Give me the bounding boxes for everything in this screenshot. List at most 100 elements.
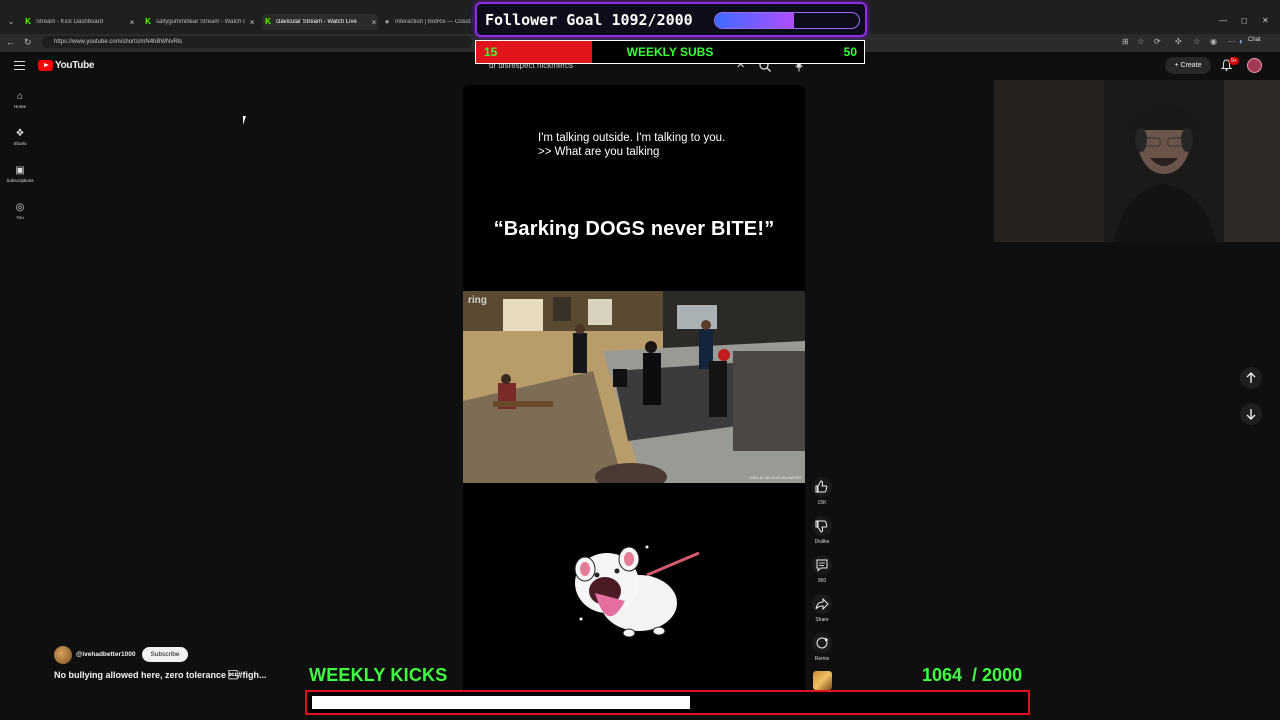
tab-title: Stream - Kick Dashboard (36, 19, 104, 25)
video-caption: I'm talking outside. I'm talking to you.… (538, 131, 778, 159)
account-avatar[interactable] (1247, 58, 1262, 73)
remix-label: Remix (814, 656, 830, 662)
create-button[interactable]: + Create (1165, 57, 1211, 74)
subscriptions-icon: ▣ (15, 165, 25, 176)
sound-thumbnail[interactable] (813, 671, 832, 690)
restaurant-scene-illustration (463, 291, 805, 483)
extensions-icon[interactable]: ✣ (1175, 37, 1182, 46)
browser-tab[interactable]: K saltygummibear Stream - Watch Li × (144, 14, 256, 30)
screen: ⌄ K Stream - Kick Dashboard × K saltygum… (0, 0, 1280, 720)
profile-icon[interactable]: ◉ (1210, 37, 1217, 46)
kick-logo-icon: K (145, 17, 151, 26)
notification-badge: 9+ (1229, 57, 1239, 65)
apps-icon[interactable]: ⊞ (1122, 37, 1129, 46)
short-title[interactable]: No bullying allowed here, zero tolerance… (54, 670, 284, 680)
short-video-player[interactable]: I'm talking outside. I'm talking to you.… (463, 85, 805, 710)
dislike-button[interactable]: Dislike (810, 516, 834, 545)
comment-icon (816, 559, 828, 572)
follower-goal-label: Follower Goal (485, 11, 603, 29)
weekly-subs-goal: 50 (843, 45, 857, 59)
arrow-up-icon (1246, 372, 1256, 383)
arrow-down-icon (1246, 409, 1256, 420)
ring-camera-logo: ring (468, 295, 487, 306)
restore-icon[interactable]: ◻ (1241, 16, 1248, 25)
weekly-kicks-progress-fill (312, 696, 690, 709)
refresh-extension-icon[interactable]: ⟳ (1154, 37, 1161, 46)
remix-button[interactable]: Remix (810, 633, 834, 662)
sidebar-item-label: Shorts (13, 141, 27, 146)
thumbs-up-icon (815, 480, 828, 493)
barking-dog-sticker (574, 545, 700, 638)
address-bar[interactable]: https://www.youtube.com/shorts/mN4hBWNvR… (42, 36, 472, 48)
weekly-kicks-label: WEEKLY KICKS (309, 665, 448, 685)
caption-line: >> What are you talking (538, 146, 660, 158)
close-window-icon[interactable]: ✕ (1262, 16, 1269, 25)
sidebar-item-you[interactable]: ◎ You (2, 202, 38, 220)
next-short-button[interactable] (1240, 403, 1262, 425)
reload-icon[interactable]: ↻ (24, 37, 32, 48)
weekly-subs-current: 15 (484, 45, 498, 59)
follower-goal-progress-bar (714, 12, 860, 29)
follower-goal-progress-fill (715, 13, 794, 28)
weekly-kicks-progress-bar (305, 690, 1030, 715)
streamer-webcam (994, 80, 1280, 242)
comments-button[interactable]: 950 (810, 555, 834, 584)
sidebar-item-label: Subscriptions (6, 178, 34, 183)
tab-title: Interaction | BotRix — Cloud S (395, 19, 473, 25)
youtube-logo-text: YouTube (55, 60, 95, 71)
browser-tab[interactable]: ● Interaction | BotRix — Cloud S (383, 14, 473, 30)
close-tab-icon[interactable]: × (128, 18, 136, 27)
mouse-cursor (243, 116, 249, 125)
back-arrow-icon[interactable]: ← (6, 37, 15, 47)
follower-goal-count: 1092/2000 (611, 11, 693, 29)
share-label: Share (815, 617, 829, 623)
kick-logo-icon: K (25, 17, 31, 26)
menu-icon[interactable] (14, 61, 25, 70)
tab-title: saltygummibear Stream - Watch Li (156, 19, 246, 25)
weekly-subs-label: WEEKLY SUBS (626, 45, 714, 59)
camera-timestamp: 2024-11-18 10:21:44 AM EST (749, 475, 802, 480)
weekly-kicks-count: 1064 / 2000 (922, 665, 1023, 685)
tab-search-chevron-icon[interactable]: ⌄ (4, 14, 18, 28)
follower-goal-text: Follower Goal 1092/2000 (485, 11, 693, 29)
like-button[interactable]: 15K (810, 477, 834, 506)
share-arrow-icon (815, 597, 829, 611)
close-tab-icon[interactable]: × (370, 18, 378, 27)
bookmark-star-icon[interactable]: ☆ (1137, 37, 1144, 46)
minimize-icon[interactable]: — (1219, 16, 1227, 25)
streamer-webcam-image (994, 80, 1280, 242)
thumbs-down-icon (815, 520, 828, 533)
sidebar-item-label: You (16, 215, 24, 220)
shorts-icon: ❖ (15, 128, 25, 139)
chat-button[interactable]: Chat (1248, 37, 1261, 43)
like-count: 15K (817, 500, 827, 506)
dislike-label: Dislike (814, 539, 830, 545)
channel-name[interactable]: @ivehadbetter1000 (76, 651, 135, 658)
comment-count: 950 (817, 578, 827, 584)
sidebar-item-shorts[interactable]: ❖ Shorts (2, 128, 38, 146)
sidebar-item-home[interactable]: ⌂ Home (2, 91, 38, 109)
video-headline: “Barking DOGS never BITE!” (493, 218, 775, 240)
more-options-icon[interactable]: ⋯ (1228, 37, 1236, 46)
browser-tab-active[interactable]: K clavicular Stream - Watch Live × (262, 14, 378, 30)
channel-avatar[interactable] (54, 646, 72, 664)
user-icon: ◎ (15, 202, 25, 213)
copilot-icon[interactable]: ◐ (1239, 37, 1244, 46)
security-camera-footage: ring 2024-11-18 10:21:44 AM EST (463, 291, 805, 483)
sidebar-item-subscriptions[interactable]: ▣ Subscriptions (2, 165, 38, 183)
tab-title: clavicular Stream - Watch Live (276, 19, 357, 25)
favorites-icon[interactable]: ☆ (1193, 37, 1200, 46)
weekly-subs-widget: WEEKLY SUBS 15 50 (475, 40, 865, 64)
browser-tab[interactable]: K Stream - Kick Dashboard × (24, 14, 136, 30)
caption-line: I'm talking outside. I'm talking to you. (538, 132, 726, 144)
follower-goal-widget: Follower Goal 1092/2000 (475, 2, 867, 37)
previous-short-button[interactable] (1240, 367, 1262, 389)
youtube-logo[interactable]: YouTube (38, 60, 95, 71)
kick-logo-icon: K (265, 17, 271, 26)
share-button[interactable]: Share (810, 594, 834, 623)
create-label: Create (1180, 62, 1202, 69)
subscribe-button[interactable]: Subscribe (142, 647, 188, 662)
close-tab-icon[interactable]: × (248, 18, 256, 27)
remix-icon (816, 637, 829, 649)
home-icon: ⌂ (16, 91, 24, 102)
